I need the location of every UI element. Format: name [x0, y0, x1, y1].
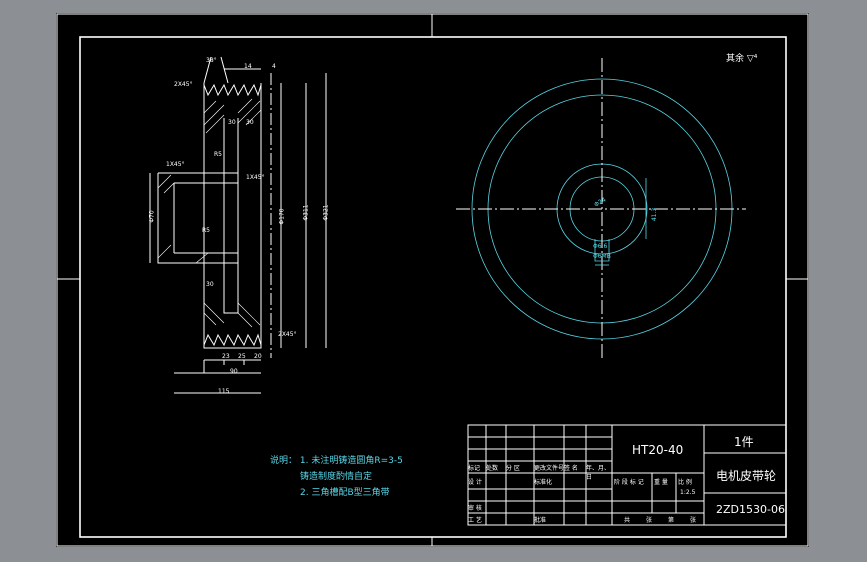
dim-phi-hub: Φ170	[278, 208, 286, 225]
dim-key-label: Φ6MB	[593, 253, 611, 260]
note-line-1: 1. 未注明铸造圆角R=3-5	[299, 456, 403, 466]
dim-w115: 115	[218, 388, 230, 395]
dim-key-width: Φ6.6	[593, 243, 608, 250]
title-ratio: 比 例	[678, 479, 692, 486]
dim-30-top-b: 30	[246, 119, 254, 126]
cad-viewport[interactable]: 其余 ▽⁴ 38° 14 4 2X45° 30 30 R5 1X45° 1X45…	[56, 13, 809, 547]
title-footer-3: 第	[667, 517, 674, 524]
title-footer: 共 张 第 张	[616, 515, 704, 524]
dim-chamfer-hub-mid: 1X45°	[246, 174, 265, 181]
dim-angle-top: 38°	[206, 57, 217, 64]
note-line-2: 铸造制度酌情自定	[300, 472, 373, 482]
title-row-3: 审 核	[468, 505, 482, 512]
title-stage-mark: 阶 段 标 记	[614, 479, 644, 486]
dim-r5-hub: R5	[202, 227, 210, 234]
dim-bore-dia: Φ24	[593, 196, 608, 209]
dim-top-radius: 4	[272, 63, 276, 70]
dim-key-height: 41.3	[651, 207, 659, 222]
dim-30-lower: 30	[206, 281, 214, 288]
title-quantity: 1件	[734, 435, 754, 449]
title-part-name: 电机皮带轮	[716, 469, 777, 483]
title-material: HT20-40	[632, 443, 684, 457]
dim-30-top-a: 30	[228, 119, 236, 126]
notes-block: 说明： 1. 未注明铸造圆角R=3-5 铸造制度酌情自定 2. 三角槽配B型三角…	[270, 453, 403, 501]
notes-heading: 说明：	[270, 456, 298, 466]
dim-phi-bore: Φ70	[148, 210, 156, 223]
dim-chamfer-bottom: 2X45°	[278, 331, 297, 338]
dim-w23: 23	[222, 353, 230, 360]
text-layer: 其余 ▽⁴ 38° 14 4 2X45° 30 30 R5 1X45° 1X45…	[56, 13, 809, 547]
dim-w90: 90	[230, 368, 238, 375]
title-footer-4: 张	[689, 517, 696, 524]
title-r2-c1: 设 计	[468, 479, 482, 486]
dim-top-width: 14	[244, 63, 252, 70]
title-drawing-no: 2ZD1530-06	[716, 503, 785, 516]
dim-r5-small: R5	[214, 151, 222, 158]
title-stage-labels: 阶 段 标 记 重 量 比 例	[614, 477, 704, 486]
title-footer-1: 共	[623, 517, 630, 524]
dim-w20: 20	[254, 353, 262, 360]
title-scale: 1:2.5	[680, 489, 696, 496]
dim-phi-outer: Φ321	[322, 204, 330, 221]
note-line-3: 2. 三角槽配B型三角带	[300, 488, 390, 498]
dim-chamfer-top: 2X45°	[174, 81, 193, 88]
dim-chamfer-hub-upper: 1X45°	[166, 161, 185, 168]
dim-phi-mid: Φ311	[302, 204, 310, 221]
title-r2-c4: 标准化	[534, 479, 553, 486]
title-row-2: 设 计 标准化	[468, 477, 612, 486]
title-row-4: 工 艺 批准	[468, 515, 612, 524]
title-weight: 重 量	[654, 479, 668, 486]
title-r4-c4: 批准	[534, 517, 547, 524]
title-footer-2: 张	[645, 517, 652, 524]
dim-w25: 25	[238, 353, 246, 360]
roughness-note: 其余 ▽⁴	[726, 54, 758, 64]
title-r4-c1: 工 艺	[468, 517, 482, 524]
